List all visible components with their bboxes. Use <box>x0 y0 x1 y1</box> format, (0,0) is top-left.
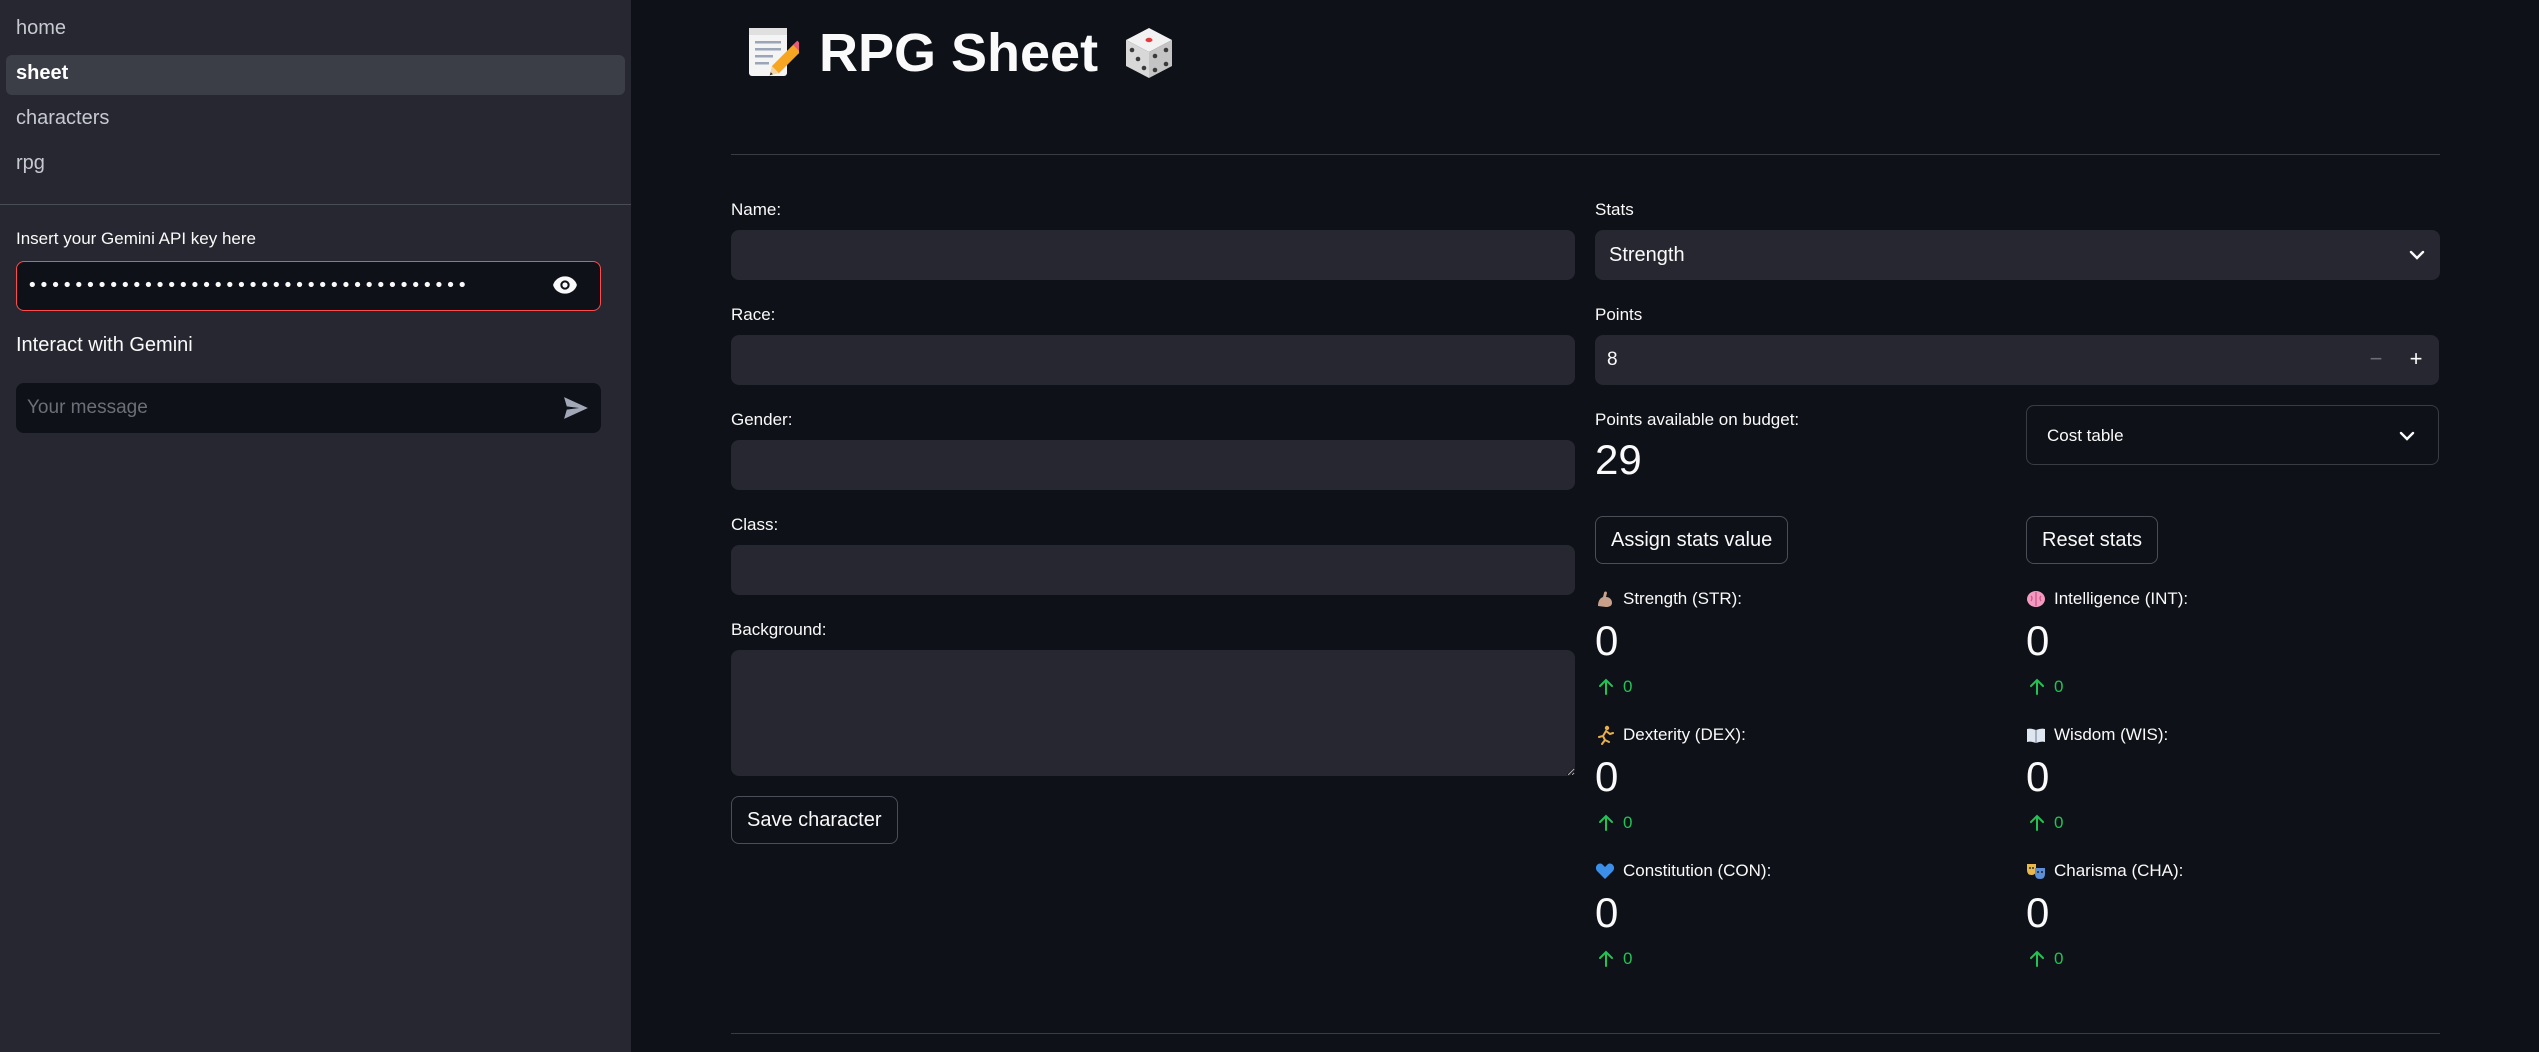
gender-input[interactable] <box>731 440 1575 490</box>
background-textarea[interactable] <box>731 650 1575 776</box>
gender-label: Gender: <box>731 410 793 429</box>
arrow-up-icon <box>1599 814 1613 831</box>
stats-select[interactable]: Strength <box>1595 230 2440 280</box>
name-label: Name: <box>731 200 782 219</box>
stat-delta-text: 0 <box>1623 949 1633 968</box>
stat-delta-text: 0 <box>1623 813 1633 832</box>
chevron-down-icon <box>2409 250 2425 260</box>
sidebar: home sheet characters rpg Insert your Ge… <box>0 0 631 1052</box>
budget-label: Points available on budget: <box>1595 410 1800 429</box>
assign-stats-button[interactable]: Assign stats value <box>1595 516 1789 564</box>
stat-label-con: Constitution (CON): <box>1595 861 1771 881</box>
stat-delta-str: 0 <box>1597 677 1632 697</box>
points-increment-button[interactable]: + <box>2399 343 2433 377</box>
api-key-label: Insert your Gemini API key here <box>16 229 256 248</box>
sidebar-divider <box>0 204 631 205</box>
nav-item-home[interactable]: home <box>6 10 625 50</box>
stat-delta-text: 0 <box>1623 677 1633 696</box>
stat-value-int: 0 <box>2026 617 2050 664</box>
stat-delta-cha: 0 <box>2028 949 2063 969</box>
stat-label-text: Constitution (CON): <box>1623 861 1772 880</box>
api-key-field <box>16 261 601 311</box>
stats-label: Stats <box>1595 200 1634 219</box>
save-character-button[interactable]: Save character <box>731 796 898 844</box>
stat-delta-con: 0 <box>1597 949 1632 969</box>
arrow-up-icon <box>2030 814 2044 831</box>
stat-delta-text: 0 <box>2054 677 2064 696</box>
open-book-icon <box>2027 728 2045 743</box>
stat-value-dex: 0 <box>1595 753 1619 800</box>
points-number-input: − + <box>1595 335 2439 385</box>
stat-label-text: Strength (STR): <box>1623 589 1743 608</box>
arrow-up-icon <box>2030 678 2044 695</box>
stat-value-wis: 0 <box>2026 753 2050 800</box>
stat-label-text: Dexterity (DEX): <box>1623 725 1746 744</box>
stat-delta-int: 0 <box>2028 677 2063 697</box>
brain-icon <box>2027 591 2045 607</box>
dice-icon <box>1126 28 1173 78</box>
class-input[interactable] <box>731 545 1575 595</box>
race-label: Race: <box>731 305 776 324</box>
main-content: RPG Sheet Name: Race: Gender: Class: Bac… <box>631 0 2539 1052</box>
nav-item-rpg[interactable]: rpg <box>6 145 625 185</box>
arrow-up-icon <box>2030 950 2044 967</box>
class-label: Class: <box>731 515 779 534</box>
app: home sheet characters rpg Insert your Ge… <box>0 0 2539 1052</box>
divider-top <box>731 154 2440 155</box>
background-label: Background: <box>731 620 827 639</box>
stat-label-wis: Wisdom (WIS): <box>2026 725 2168 745</box>
stat-value-con: 0 <box>1595 889 1619 936</box>
send-icon[interactable] <box>563 396 589 420</box>
sidebar-nav: home sheet characters rpg <box>0 0 631 185</box>
eye-icon[interactable] <box>552 275 578 295</box>
page-title: RPG Sheet <box>819 23 1099 83</box>
reset-stats-button[interactable]: Reset stats <box>2026 516 2159 564</box>
stat-delta-wis: 0 <box>2028 813 2063 833</box>
stats-select-value: Strength <box>1609 244 1685 266</box>
blue-heart-icon <box>1595 863 1615 879</box>
api-key-input[interactable] <box>27 262 527 309</box>
running-person-icon <box>1598 725 1614 745</box>
page-header: RPG Sheet <box>741 22 1178 84</box>
chat-field <box>16 383 601 433</box>
stat-delta-dex: 0 <box>1597 813 1632 833</box>
chevron-down-icon <box>2399 431 2415 441</box>
stat-label-text: Charisma (CHA): <box>2054 861 2184 880</box>
stat-label-text: Intelligence (INT): <box>2054 589 2189 608</box>
performing-arts-icon <box>2027 864 2045 879</box>
stat-label-dex: Dexterity (DEX): <box>1595 725 1746 745</box>
stat-value-str: 0 <box>1595 617 1619 664</box>
stat-delta-text: 0 <box>2054 949 2064 968</box>
cost-table-expander[interactable]: Cost table <box>2026 405 2439 465</box>
divider-bottom <box>731 1033 2440 1034</box>
points-decrement-button[interactable]: − <box>2359 343 2393 377</box>
stat-label-str: Strength (STR): <box>1595 589 1742 609</box>
points-label: Points <box>1595 305 1643 324</box>
points-input[interactable] <box>1607 335 2307 385</box>
memo-icon <box>749 28 799 76</box>
arrow-up-icon <box>1599 678 1613 695</box>
chat-input[interactable] <box>27 383 527 433</box>
gemini-section-title: Interact with Gemini <box>16 334 193 356</box>
budget-value: 29 <box>1595 436 1642 483</box>
stat-delta-text: 0 <box>2054 813 2064 832</box>
nav-item-characters[interactable]: characters <box>6 100 625 140</box>
race-input[interactable] <box>731 335 1575 385</box>
nav-item-sheet[interactable]: sheet <box>6 55 625 95</box>
flexed-biceps-icon <box>1598 591 1612 607</box>
name-input[interactable] <box>731 230 1575 280</box>
cost-table-label: Cost table <box>2047 426 2124 445</box>
stat-label-cha: Charisma (CHA): <box>2026 861 2183 881</box>
stat-label-int: Intelligence (INT): <box>2026 589 2188 609</box>
stat-value-cha: 0 <box>2026 889 2050 936</box>
arrow-up-icon <box>1599 950 1613 967</box>
stat-label-text: Wisdom (WIS): <box>2054 725 2169 744</box>
